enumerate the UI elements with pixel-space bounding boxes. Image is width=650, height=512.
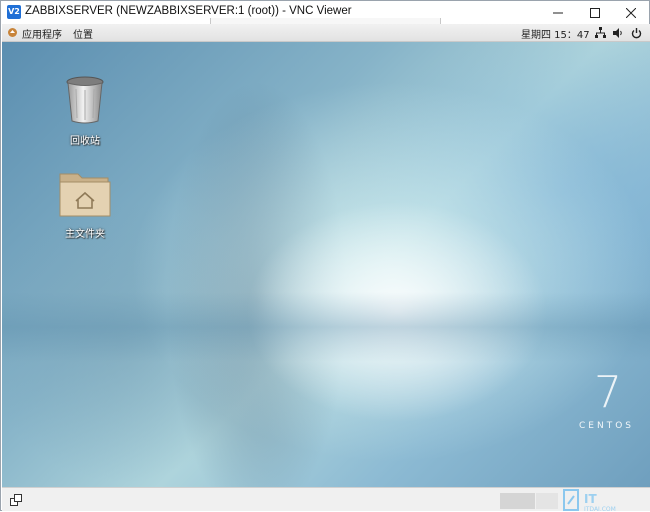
site-watermark-logo: IT ITDAI.COM [563, 489, 616, 512]
maximize-button[interactable] [578, 1, 612, 24]
minimize-icon [553, 12, 563, 13]
workspace-1[interactable] [500, 493, 535, 509]
centos-version-logo: 7 [594, 367, 622, 418]
window-title: ZABBIXSERVER (NEWZABBIXSERVER:1 (root)) … [25, 5, 352, 17]
applications-menu-icon [8, 28, 17, 37]
network-icon[interactable] [595, 27, 606, 39]
vnc-viewer-window: V2 ZABBIXSERVER (NEWZABBIXSERVER:1 (root… [0, 0, 650, 512]
close-button[interactable] [614, 1, 648, 24]
minimize-button[interactable] [541, 1, 575, 24]
show-desktop-icon[interactable] [10, 494, 22, 506]
close-icon [626, 7, 636, 18]
desktop-icon-home[interactable]: 主文件夹 [50, 168, 120, 240]
bottom-panel: IT ITDAI.COM [2, 487, 650, 512]
applications-menu[interactable]: 应用程序 [22, 26, 62, 41]
vnc-logo-icon: V2 [7, 5, 21, 19]
desktop-icon-label: 主文件夹 [65, 229, 105, 240]
power-icon[interactable] [631, 27, 642, 39]
desktop-icon-trash[interactable]: 回收站 [50, 75, 120, 147]
wallpaper-band [2, 292, 650, 362]
centos-wordmark: CENTOS [579, 421, 634, 431]
volume-icon[interactable] [613, 27, 624, 39]
workspace-2[interactable] [536, 493, 558, 509]
maximize-icon [590, 7, 600, 18]
svg-text:ITDAI.COM: ITDAI.COM [584, 506, 616, 512]
places-menu[interactable]: 位置 [73, 26, 93, 41]
trash-icon [66, 76, 104, 124]
home-folder-icon [59, 173, 111, 217]
desktop-icon-label: 回收站 [70, 136, 100, 147]
desktop[interactable]: 回收站 主文件夹 7 CENTOS [2, 42, 650, 487]
svg-text:IT: IT [584, 492, 597, 506]
gnome-top-panel: 应用程序 位置 星期四 15：47 [2, 24, 650, 42]
panel-clock[interactable]: 星期四 15：47 [521, 26, 590, 41]
